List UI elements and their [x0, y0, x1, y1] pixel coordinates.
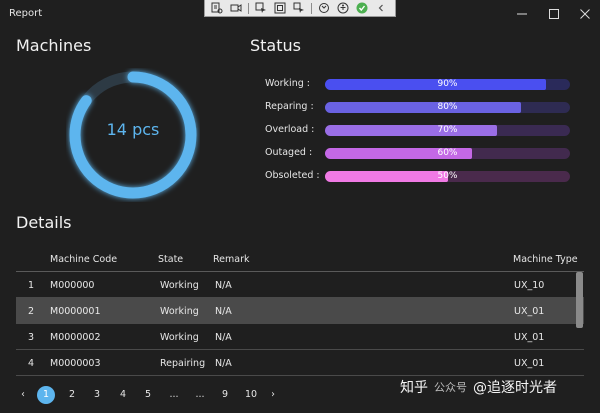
column-header-code[interactable]: Machine Code [50, 254, 117, 265]
check-icon[interactable] [354, 1, 370, 15]
status-row-working: Working : 90% [265, 78, 575, 91]
table-row[interactable]: 1 M000000 Working N/A UX_10 [16, 272, 584, 298]
status-label: Reparing : [265, 101, 314, 112]
row-type: UX_01 [514, 332, 545, 343]
row-index: 1 [28, 280, 35, 291]
machines-heading: Machines [16, 36, 92, 55]
row-remark: N/A [215, 306, 232, 317]
status-bar-track: 50% [325, 171, 570, 182]
status-bar-track: 60% [325, 148, 570, 159]
row-state: Working [160, 306, 199, 317]
collapse-chevron-icon[interactable] [373, 1, 389, 15]
close-button[interactable] [577, 6, 593, 22]
row-code: M0000001 [50, 306, 101, 317]
row-remark: N/A [215, 332, 232, 343]
row-type: UX_10 [514, 280, 545, 291]
status-bar-value: 50% [437, 171, 458, 181]
status-bar-value: 90% [437, 79, 458, 89]
status-row-reparing: Reparing : 80% [265, 101, 575, 114]
row-code: M0000002 [50, 332, 101, 343]
table-row-selected[interactable]: 2 M0000001 Working N/A UX_01 [16, 298, 584, 324]
status-heading: Status [250, 36, 301, 55]
row-code: M000000 [50, 280, 95, 291]
row-remark: N/A [215, 358, 232, 369]
row-state: Working [160, 280, 199, 291]
row-code: M0000003 [50, 358, 101, 369]
live-tree-icon[interactable] [209, 1, 225, 15]
machine-count: 14 pcs [106, 120, 160, 139]
table-header: Machine Code State Remark Machine Type [16, 248, 584, 272]
maximize-button[interactable] [546, 6, 562, 22]
pager-page-5[interactable]: 5 [139, 386, 157, 404]
watermark: 知乎 公众号 @追逐时光者 [400, 373, 590, 401]
pager-page-4[interactable]: 4 [114, 386, 132, 404]
camera-icon[interactable] [228, 1, 244, 15]
title-bar: Report [0, 0, 600, 28]
column-header-type[interactable]: Machine Type [513, 254, 578, 265]
watermark-sub: 公众号 [434, 381, 467, 394]
window-title: Report [9, 8, 43, 19]
row-index: 2 [28, 306, 35, 317]
minimize-button[interactable] [514, 6, 530, 22]
debug-toolbar [204, 0, 396, 17]
select-element-icon[interactable] [253, 1, 269, 15]
pager-page-3[interactable]: 3 [88, 386, 106, 404]
row-state: Repairing [160, 358, 206, 369]
table-row[interactable]: 3 M0000002 Working N/A UX_01 [16, 324, 584, 350]
column-header-remark[interactable]: Remark [213, 254, 250, 265]
details-heading: Details [16, 213, 72, 232]
row-index: 4 [28, 358, 35, 369]
status-bar-track: 70% [325, 125, 570, 136]
status-bar-value: 60% [437, 148, 458, 158]
hot-reload-icon[interactable] [316, 1, 332, 15]
row-type: UX_01 [514, 358, 545, 369]
minimize-icon [517, 13, 527, 15]
column-header-state[interactable]: State [158, 254, 183, 265]
status-label: Obsoleted : [265, 170, 320, 181]
pager-next-button[interactable]: › [264, 386, 282, 404]
pager-page-1[interactable]: 1 [37, 386, 55, 404]
status-bar-value: 70% [437, 125, 458, 135]
pager-page-9[interactable]: 9 [216, 386, 234, 404]
status-row-obsoleted: Obsoleted : 50% [265, 170, 575, 183]
close-icon [580, 9, 590, 19]
status-row-overload: Overload : 70% [265, 124, 575, 137]
watermark-brand: 知乎 [400, 380, 428, 396]
status-bar-value: 80% [437, 102, 458, 112]
pager-ellipsis[interactable]: ... [165, 386, 183, 404]
pager-ellipsis[interactable]: ... [191, 386, 209, 404]
row-state: Working [160, 332, 199, 343]
pager-page-10[interactable]: 10 [242, 386, 260, 404]
row-type: UX_01 [514, 306, 545, 317]
toolbar-separator [248, 2, 249, 14]
pager-prev-button[interactable]: ‹ [14, 386, 32, 404]
accessibility-icon[interactable] [335, 1, 351, 15]
status-row-outaged: Outaged : 60% [265, 147, 575, 160]
preview-selection-icon[interactable] [291, 1, 307, 15]
table-scrollbar-thumb[interactable] [576, 272, 583, 328]
display-layout-icon[interactable] [272, 1, 288, 15]
toolbar-separator [311, 2, 312, 14]
status-label: Working : [265, 78, 310, 89]
status-bar-track: 80% [325, 102, 570, 113]
status-label: Overload : [265, 124, 315, 135]
pager-page-2[interactable]: 2 [63, 386, 81, 404]
status-bar-track: 90% [325, 79, 570, 90]
watermark-account: @追逐时光者 [473, 380, 557, 396]
status-label: Outaged : [265, 147, 313, 158]
row-index: 3 [28, 332, 35, 343]
row-remark: N/A [215, 280, 232, 291]
maximize-icon [549, 9, 559, 19]
